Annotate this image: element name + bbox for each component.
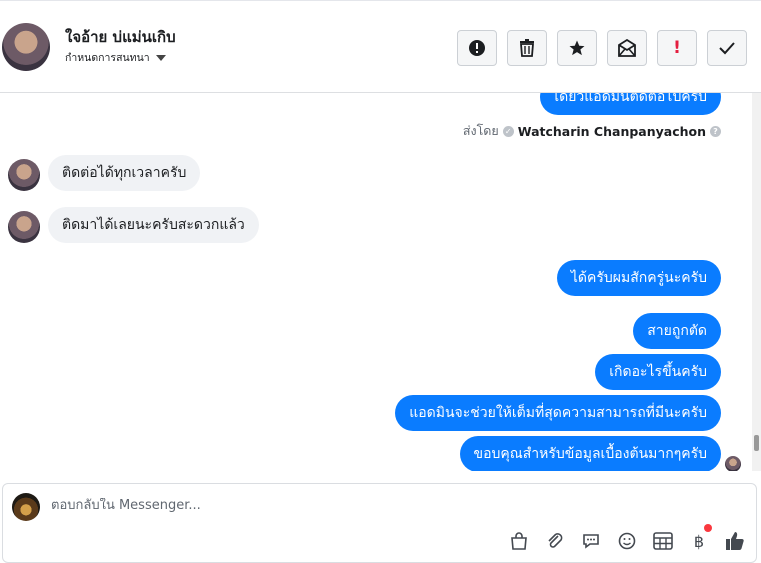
done-button[interactable] [707, 30, 747, 66]
conversation-label-dropdown[interactable]: กำหนดการสนทนา [65, 49, 166, 66]
star-button[interactable] [557, 30, 597, 66]
contact-avatar-small [8, 159, 40, 191]
spam-button[interactable]: ! [657, 30, 697, 66]
attach-button[interactable] [544, 530, 566, 552]
contact-avatar[interactable] [2, 23, 50, 71]
outgoing-message[interactable]: เดี๋ยวแอดมินติดต่อไปครับ [540, 93, 721, 115]
saved-replies-button[interactable] [580, 530, 602, 552]
incoming-message[interactable]: ติดมาได้เลยนะครับสะดวกแล้ว [48, 207, 259, 243]
speech-bubble-icon [583, 534, 599, 549]
contact-avatar-small [8, 211, 40, 243]
composer-toolbar: ฿ [508, 524, 746, 552]
sent-by-line: ส่งโดย ✓ Watcharin Chanpanyachon ? [463, 121, 721, 141]
payment-button[interactable]: ฿ [688, 524, 712, 552]
help-icon[interactable]: ? [710, 125, 721, 137]
conversation-header: ใจอ้าย บ่แม่นเกิบ กำหนดการสนทนา ! [0, 0, 761, 93]
notification-dot [704, 524, 712, 532]
check-icon [719, 42, 735, 55]
sent-by-prefix: ส่งโดย [462, 123, 499, 138]
table-button[interactable] [652, 530, 674, 552]
outgoing-message[interactable]: แอดมินจะช่วยให้เต็มที่สุดความสามารถที่มี… [395, 395, 721, 431]
baht-icon: ฿ [693, 531, 705, 551]
report-button[interactable] [457, 30, 497, 66]
incoming-message[interactable]: ติดต่อได้ทุกเวลาครับ [48, 155, 201, 191]
header-actions: ! [457, 30, 747, 66]
bag-icon [511, 532, 527, 550]
contact-name[interactable]: ใจอ้าย บ่แม่นเกิบ [65, 25, 176, 49]
outgoing-message[interactable]: ได้ครับผมสักครู่นะครับ [556, 260, 721, 296]
envelope-icon [618, 39, 636, 57]
emoji-button[interactable] [616, 530, 638, 552]
label-dropdown-text: กำหนดการสนทนา [65, 52, 150, 64]
table-icon [653, 532, 673, 550]
trash-icon [520, 39, 534, 57]
reply-input[interactable] [51, 498, 741, 513]
outgoing-message[interactable]: ขอบคุณสำหรับข้อมูลเบื้องต้นมากๆครับ [459, 436, 721, 471]
thumbs-up-icon [726, 532, 744, 550]
star-icon [569, 40, 585, 56]
paperclip-icon [548, 533, 563, 548]
verified-icon: ✓ [502, 125, 514, 137]
delete-button[interactable] [507, 30, 547, 66]
alert-circle-icon [469, 40, 485, 56]
sent-by-name[interactable]: Watcharin Chanpanyachon [518, 124, 706, 139]
bag-button[interactable] [508, 530, 530, 552]
message-thread[interactable]: เดี๋ยวแอดมินติดต่อไปครับ ส่งโดย ✓ Watcha… [0, 93, 761, 471]
messenger-inbox-page: ใจอ้าย บ่แม่นเกิบ กำหนดการสนทนา ! เดี๋ยว… [0, 0, 761, 563]
exclamation-icon: ! [673, 38, 681, 58]
page-avatar [12, 493, 40, 521]
chevron-down-icon [155, 54, 166, 61]
thread-scrollbar[interactable] [752, 93, 761, 471]
like-button[interactable] [724, 530, 746, 552]
emoji-icon [618, 532, 636, 550]
mark-unread-button[interactable] [607, 30, 647, 66]
outgoing-message[interactable]: สายถูกตัด [633, 313, 721, 349]
outgoing-message[interactable]: เกิดอะไรขึ้นครับ [595, 354, 721, 390]
seen-avatar [725, 456, 741, 471]
reply-composer: ฿ [2, 483, 757, 563]
scrollbar-thumb[interactable] [754, 435, 759, 451]
